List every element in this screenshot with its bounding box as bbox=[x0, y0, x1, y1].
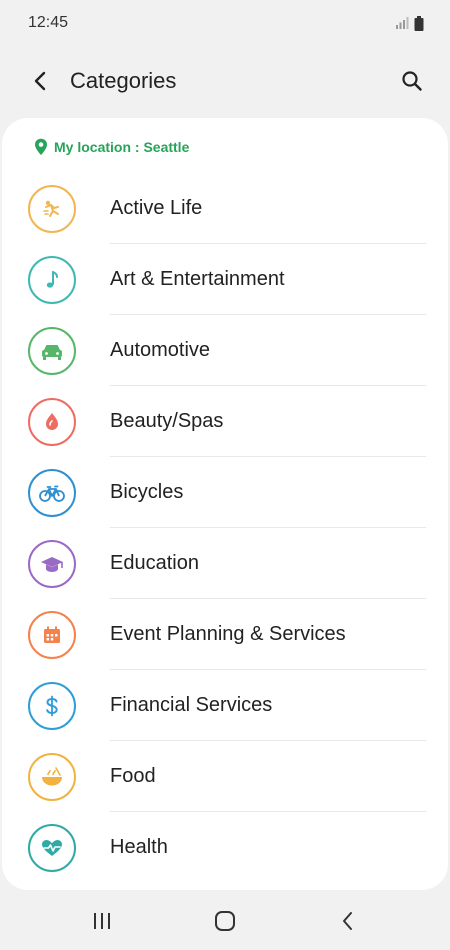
icon-circle bbox=[28, 681, 76, 730]
category-label: Beauty/Spas bbox=[110, 386, 426, 457]
category-label: Active Life bbox=[110, 173, 426, 244]
category-item-art-entertainment[interactable]: Art & Entertainment bbox=[2, 244, 448, 315]
category-item-bicycles[interactable]: Bicycles bbox=[2, 457, 448, 528]
back-button[interactable] bbox=[26, 67, 54, 95]
app-bar: Categories bbox=[0, 54, 450, 108]
icon-circle bbox=[28, 397, 76, 446]
status-icons bbox=[395, 15, 424, 31]
icon-circle bbox=[28, 823, 76, 872]
heart-pulse-icon bbox=[42, 839, 62, 856]
nav-back-button[interactable] bbox=[328, 901, 368, 941]
search-button[interactable] bbox=[398, 67, 426, 95]
category-label: Health bbox=[110, 836, 168, 858]
back-arrow-icon bbox=[34, 71, 46, 91]
icon-circle bbox=[28, 326, 76, 375]
icon-circle bbox=[28, 184, 76, 233]
category-label: Event Planning & Services bbox=[110, 599, 426, 670]
category-item-health[interactable]: Health bbox=[2, 812, 448, 883]
category-item-event-planning[interactable]: Event Planning & Services bbox=[2, 599, 448, 670]
category-label: Financial Services bbox=[110, 670, 426, 741]
food-bowl-icon bbox=[42, 766, 62, 785]
running-icon bbox=[43, 200, 59, 217]
search-icon bbox=[402, 71, 422, 91]
page-title: Categories bbox=[70, 68, 177, 93]
calendar-icon bbox=[44, 626, 60, 643]
category-item-food[interactable]: Food bbox=[2, 741, 448, 812]
battery-icon bbox=[414, 15, 424, 31]
category-label: Food bbox=[110, 741, 426, 812]
nav-back-icon bbox=[343, 912, 353, 930]
signal-icon bbox=[396, 17, 409, 29]
icon-circle bbox=[28, 255, 76, 304]
icon-circle bbox=[28, 539, 76, 588]
location-pin-icon bbox=[35, 138, 47, 155]
home-icon bbox=[214, 911, 235, 931]
category-label: Education bbox=[110, 528, 426, 599]
status-time: 12:45 bbox=[28, 14, 69, 31]
flame-drop-icon bbox=[46, 412, 58, 430]
location-link[interactable]: My location : Seattle bbox=[34, 136, 448, 158]
dollar-icon bbox=[46, 695, 58, 716]
status-bar: 12:45 bbox=[0, 0, 450, 46]
category-item-financial-services[interactable]: Financial Services bbox=[2, 670, 448, 741]
category-item-active-life[interactable]: Active Life bbox=[2, 173, 448, 244]
category-label: Art & Entertainment bbox=[110, 244, 426, 315]
bicycle-icon bbox=[39, 485, 65, 502]
category-item-automotive[interactable]: Automotive bbox=[2, 315, 448, 386]
recents-icon bbox=[93, 913, 110, 929]
categories-card: My location : Seattle Active Life Art & … bbox=[2, 118, 448, 890]
icon-circle bbox=[28, 610, 76, 659]
system-nav-bar bbox=[0, 892, 450, 950]
category-item-education[interactable]: Education bbox=[2, 528, 448, 599]
graduation-cap-icon bbox=[41, 556, 63, 572]
music-note-icon bbox=[46, 270, 58, 288]
category-item-beauty-spas[interactable]: Beauty/Spas bbox=[2, 386, 448, 457]
category-label: Bicycles bbox=[110, 457, 426, 528]
car-icon bbox=[42, 344, 62, 360]
recents-button[interactable] bbox=[82, 901, 122, 941]
location-text: My location : Seattle bbox=[54, 139, 190, 155]
icon-circle bbox=[28, 468, 76, 517]
icon-circle bbox=[28, 752, 76, 801]
home-button[interactable] bbox=[205, 901, 245, 941]
category-list: Active Life Art & Entertainment Automoti… bbox=[2, 173, 448, 883]
category-label: Automotive bbox=[110, 315, 426, 386]
